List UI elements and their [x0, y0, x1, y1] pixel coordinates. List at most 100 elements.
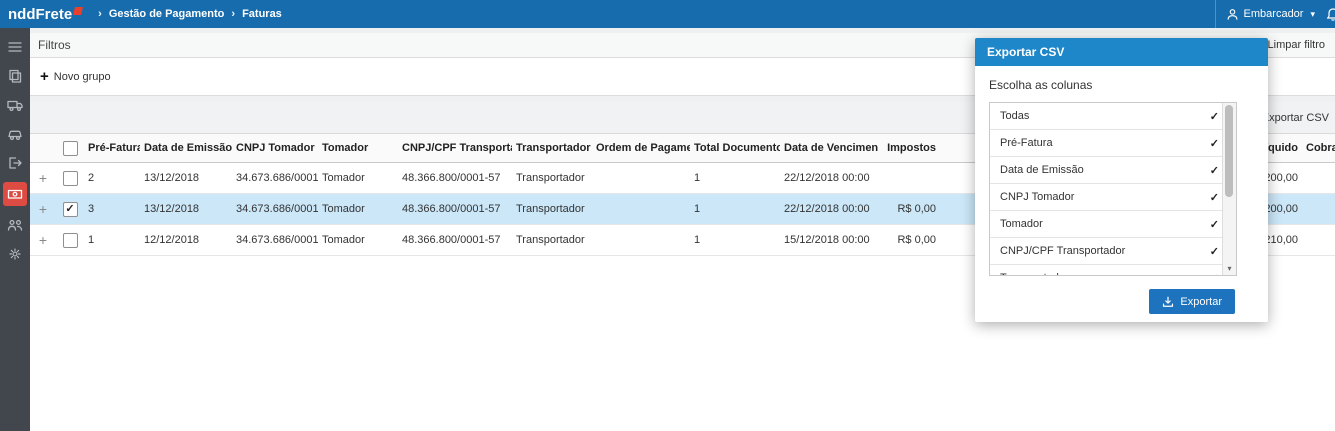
list-scrollbar[interactable]: ▾ — [1222, 103, 1236, 275]
column-header-impostos[interactable]: Impostos — [878, 142, 940, 154]
column-header-tomador[interactable]: Tomador — [318, 142, 398, 154]
check-icon: ✓ — [1209, 218, 1219, 231]
check-icon: ✓ — [1209, 164, 1219, 177]
breadcrumb-gestao-pagamento[interactable]: Gestão de Pagamento — [109, 8, 225, 20]
column-label: Data de Emissão — [144, 142, 232, 154]
column-label: Tomador — [322, 142, 369, 154]
cell-cnpj_cpf_transportador: 48.366.800/0001-57 — [402, 203, 501, 215]
cell-check[interactable] — [56, 232, 84, 248]
column-label: Ordem de Pagamento — [596, 142, 690, 154]
column-option-label: CNPJ Tomador — [1000, 191, 1075, 203]
column-header-check[interactable] — [56, 140, 84, 156]
scrollbar-thumb[interactable] — [1225, 105, 1233, 197]
vehicle-icon[interactable] — [3, 124, 27, 144]
cell-total_documentos: 1 — [694, 234, 701, 246]
cell-tomador: Tomador — [322, 234, 365, 246]
select-all-checkbox[interactable] — [62, 140, 78, 156]
column-option-label: Pré-Fatura — [1000, 137, 1053, 149]
topbar-right: Embarcador ▾ — [1214, 0, 1335, 28]
person-icon — [1226, 8, 1239, 21]
column-label: Cobra — [1306, 142, 1335, 154]
app-window: nddFrete › Gestão de Pagamento › Faturas… — [0, 0, 1335, 431]
scrollbar-down-arrow[interactable]: ▾ — [1223, 262, 1236, 275]
cell-data_emissao: 12/12/2018 — [144, 234, 200, 246]
column-option[interactable]: Data de Emissão ✓ — [990, 157, 1236, 184]
cell-data_emissao: 13/12/2018 — [144, 203, 200, 215]
column-label: Impostos — [887, 142, 936, 154]
cell-total_documentos: 1 — [694, 172, 701, 184]
user-menu[interactable]: Embarcador ▾ — [1214, 0, 1325, 28]
check-icon: ✓ — [1209, 245, 1219, 258]
row-checkbox[interactable] — [62, 170, 78, 186]
brand-text: nddFrete — [8, 5, 73, 23]
column-label: CNPJ Tomador — [236, 142, 315, 154]
brand-logo[interactable]: nddFrete — [8, 5, 84, 23]
new-group-label: Novo grupo — [53, 70, 111, 83]
column-option[interactable]: Tomador ✓ — [990, 211, 1236, 238]
breadcrumb-faturas[interactable]: Faturas — [242, 8, 282, 20]
column-header-cnpj_tomador[interactable]: CNPJ Tomador — [232, 142, 318, 154]
cell-pre_fatura: 3 — [88, 203, 95, 215]
cell-data_vencimento: 22/12/2018 00:00 — [784, 203, 870, 215]
cell-check[interactable] — [56, 170, 84, 186]
cell-cnpj_tomador: 34.673.686/0001-01 — [236, 172, 318, 184]
expand-row-button[interactable]: + — [30, 201, 56, 217]
column-header-pre_fatura[interactable]: Pré-Fatura — [84, 142, 140, 154]
column-label: Data de Vencimento — [784, 142, 878, 154]
modal-title: Exportar CSV — [987, 45, 1065, 59]
truck-icon[interactable] — [3, 95, 27, 115]
documents-icon[interactable] — [3, 66, 27, 86]
modal-header: Exportar CSV — [975, 38, 1268, 66]
users-icon[interactable] — [3, 215, 27, 235]
expand-row-button[interactable]: + — [30, 170, 56, 186]
row-checkbox[interactable]: ✓ — [62, 201, 78, 217]
bell-icon[interactable] — [1325, 6, 1335, 22]
payment-icon[interactable] — [3, 182, 27, 206]
cell-transportador: Transportador — [516, 234, 585, 246]
clear-filter-label: Limpar filtro — [1267, 39, 1325, 51]
cell-cnpj_cpf_transportador: 48.366.800/0001-57 — [402, 234, 501, 246]
cell-data_vencimento: 15/12/2018 00:00 — [784, 234, 870, 246]
cell-data_emissao: 13/12/2018 — [144, 172, 200, 184]
expand-row-button[interactable]: + — [30, 232, 56, 248]
column-label: Transportador — [516, 142, 591, 154]
cell-pre_fatura: 1 — [88, 234, 95, 246]
cell-cnpj_tomador: 34.673.686/0001-01 — [236, 234, 318, 246]
settings-icon[interactable] — [3, 244, 27, 264]
column-option[interactable]: Transportador ✓ — [990, 265, 1236, 275]
check-icon: ✓ — [1209, 110, 1219, 123]
new-group-button[interactable]: + Novo grupo — [40, 69, 111, 84]
cell-data_vencimento: 22/12/2018 00:00 — [784, 172, 870, 184]
column-header-transportador[interactable]: Transportador — [512, 142, 592, 154]
cell-cnpj_tomador: 34.673.686/0001-01 — [236, 203, 318, 215]
column-header-data_emissao[interactable]: Data de Emissão ↓ — [140, 142, 232, 154]
cell-transportador: Transportador — [516, 172, 585, 184]
column-option[interactable]: CNPJ/CPF Transportador ✓ — [990, 238, 1236, 265]
column-option-label: Transportador — [1000, 272, 1069, 275]
column-label: Total Documentos — [694, 142, 780, 154]
cell-impostos: R$ 0,00 — [897, 203, 936, 215]
logout-icon[interactable] — [3, 153, 27, 173]
download-icon — [1162, 296, 1174, 308]
column-option[interactable]: Pré-Fatura ✓ — [990, 130, 1236, 157]
brand-flag-icon — [73, 6, 84, 15]
check-icon: ✓ — [1209, 137, 1219, 150]
menu-icon[interactable] — [3, 37, 27, 57]
chevron-down-icon: ▾ — [1310, 8, 1315, 19]
column-label: Pré-Fatura — [88, 142, 140, 154]
cell-check[interactable]: ✓ — [56, 201, 84, 217]
column-header-ordem_pagamento[interactable]: Ordem de Pagamento — [592, 142, 690, 154]
chevron-right-icon: › — [231, 8, 236, 20]
column-header-cnpj_cpf_transportador[interactable]: CNPJ/CPF Transportador — [398, 142, 512, 154]
column-header-cobranca[interactable]: Cobra — [1302, 142, 1335, 154]
filters-title: Filtros — [38, 38, 71, 52]
export-button-label: Exportar — [1180, 295, 1222, 308]
export-button[interactable]: Exportar — [1149, 289, 1235, 314]
column-header-data_vencimento[interactable]: Data de Vencimento — [780, 142, 878, 154]
column-option[interactable]: CNPJ Tomador ✓ — [990, 184, 1236, 211]
column-header-total_documentos[interactable]: Total Documentos — [690, 142, 780, 154]
column-option[interactable]: Todas ✓ — [990, 103, 1236, 130]
cell-tomador: Tomador — [322, 172, 365, 184]
column-option-label: Todas — [1000, 110, 1030, 122]
row-checkbox[interactable] — [62, 232, 78, 248]
